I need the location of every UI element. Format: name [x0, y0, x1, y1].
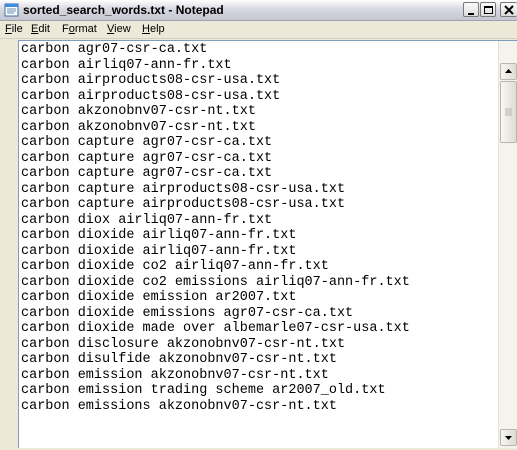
- scroll-thumb[interactable]: [500, 81, 517, 143]
- text-line[interactable]: carbon emission trading scheme ar2007_ol…: [21, 383, 499, 399]
- menu-bar: File Edit Format View Help: [0, 21, 517, 39]
- text-line[interactable]: carbon dioxide made over albemarle07-csr…: [21, 321, 499, 337]
- text-line[interactable]: carbon dioxide emissions agr07-csr-ca.tx…: [21, 306, 499, 322]
- maximize-icon: [484, 6, 493, 14]
- text-line[interactable]: carbon dioxide co2 emissions airliq07-an…: [21, 275, 499, 291]
- text-line[interactable]: carbon capture agr07-csr-ca.txt: [21, 166, 499, 182]
- arrow-down-icon: [505, 436, 512, 440]
- text-line[interactable]: carbon agr07-csr-ca.txt: [21, 42, 499, 58]
- scroll-up-button[interactable]: [500, 63, 517, 80]
- minimize-button[interactable]: [463, 2, 479, 17]
- minimize-icon: [468, 13, 474, 15]
- scroll-down-button[interactable]: [500, 429, 517, 446]
- menu-file[interactable]: File: [5, 23, 23, 35]
- window-title: sorted_search_words.txt - Notepad: [23, 3, 224, 17]
- text-line[interactable]: carbon disulfide akzonobnv07-csr-nt.txt: [21, 352, 499, 368]
- maximize-button[interactable]: [480, 2, 496, 17]
- close-button[interactable]: [500, 2, 517, 17]
- menu-format[interactable]: Format: [62, 23, 97, 35]
- menu-view[interactable]: View: [107, 23, 131, 35]
- close-icon: [504, 5, 514, 15]
- notepad-icon[interactable]: [4, 3, 19, 17]
- menu-help[interactable]: Help: [142, 23, 165, 35]
- document-text[interactable]: carbon agr07-csr-ca.txt carbon airliq07-a…: [21, 42, 499, 414]
- title-bar[interactable]: sorted_search_words.txt - Notepad: [0, 0, 517, 21]
- text-line[interactable]: carbon airproducts08-csr-usa.txt: [21, 73, 499, 89]
- arrow-up-icon: [505, 69, 512, 73]
- notepad-window: sorted_search_words.txt - Notepad File E…: [0, 0, 517, 450]
- text-line[interactable]: carbon dioxide airliq07-ann-fr.txt: [21, 244, 499, 260]
- text-line[interactable]: carbon akzonobnv07-csr-nt.txt: [21, 104, 499, 120]
- grip-icon: [505, 108, 512, 116]
- text-line[interactable]: carbon airliq07-ann-fr.txt: [21, 58, 499, 74]
- text-editor[interactable]: carbon agr07-csr-ca.txt carbon airliq07-a…: [18, 40, 517, 448]
- text-line[interactable]: carbon dioxide emission ar2007.txt: [21, 290, 499, 306]
- text-line[interactable]: carbon akzonobnv07-csr-nt.txt: [21, 120, 499, 136]
- text-line[interactable]: carbon emissions akzonobnv07-csr-nt.txt: [21, 399, 499, 415]
- text-line[interactable]: carbon diox airliq07-ann-fr.txt: [21, 213, 499, 229]
- text-line[interactable]: carbon capture agr07-csr-ca.txt: [21, 151, 499, 167]
- text-line[interactable]: carbon emission akzonobnv07-csr-nt.txt: [21, 368, 499, 384]
- vertical-scrollbar[interactable]: [498, 41, 517, 448]
- text-line[interactable]: carbon dioxide co2 airliq07-ann-fr.txt: [21, 259, 499, 275]
- menu-edit[interactable]: Edit: [31, 23, 50, 35]
- text-line[interactable]: carbon dioxide airliq07-ann-fr.txt: [21, 228, 499, 244]
- text-line[interactable]: carbon capture airproducts08-csr-usa.txt: [21, 182, 499, 198]
- text-line[interactable]: carbon disclosure akzonobnv07-csr-nt.txt: [21, 337, 499, 353]
- text-line[interactable]: carbon capture agr07-csr-ca.txt: [21, 135, 499, 151]
- text-line[interactable]: carbon capture airproducts08-csr-usa.txt: [21, 197, 499, 213]
- text-line[interactable]: carbon airproducts08-csr-usa.txt: [21, 89, 499, 105]
